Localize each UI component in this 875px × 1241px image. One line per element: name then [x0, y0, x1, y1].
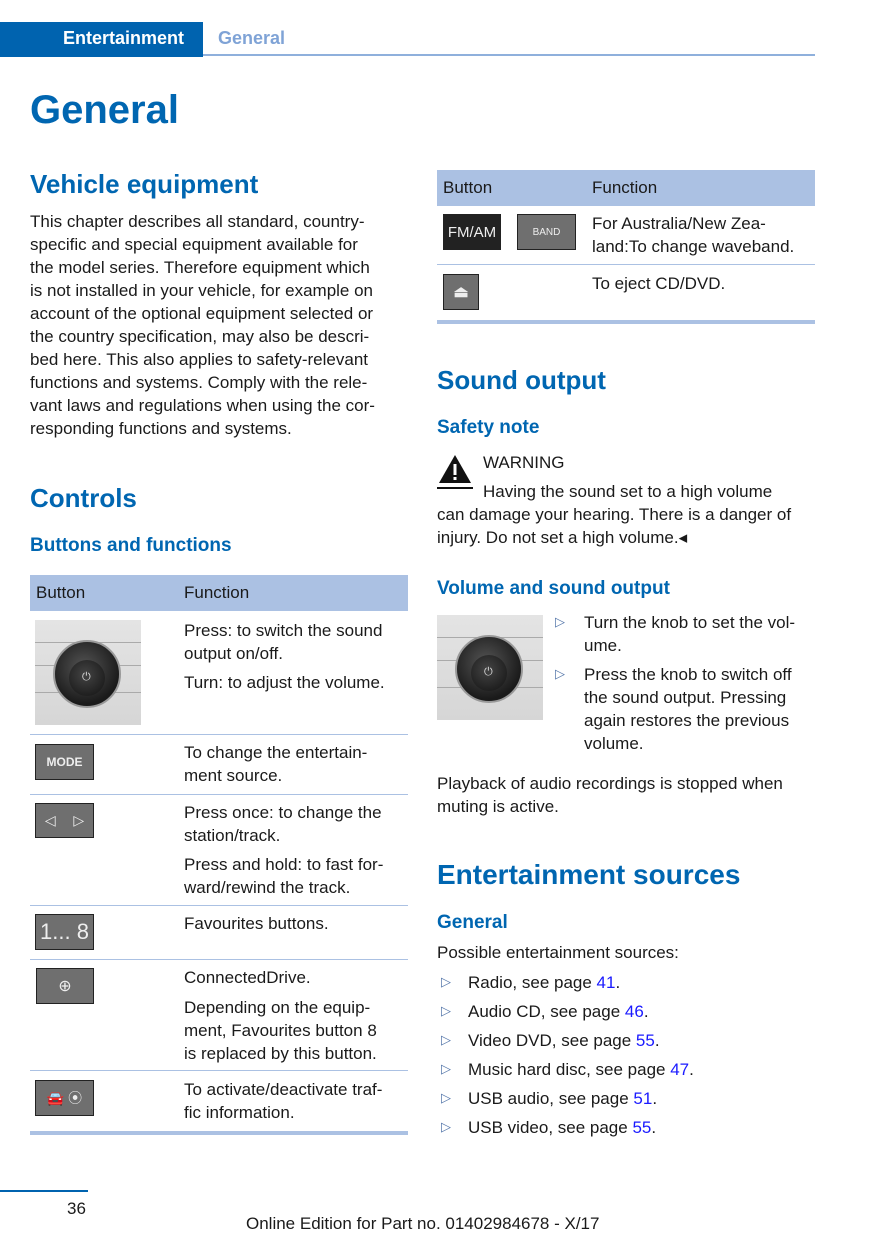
volume-knob-image: ⏻ [35, 620, 141, 725]
power-icon: ⏻ [484, 666, 493, 678]
row-function: ConnectedDrive. [184, 968, 311, 987]
prev-next-icon: ◁ ▷ [35, 803, 94, 838]
warning-icon [437, 452, 473, 490]
fm-am-label: FM/AM [447, 223, 497, 241]
table-bottom [30, 1131, 408, 1135]
period: . [643, 1002, 649, 1021]
volume-heading: Volume and sound output [437, 578, 670, 599]
period: . [654, 1031, 660, 1050]
mode-button-icon: MODE [35, 744, 94, 780]
source-text: USB audio, see page [468, 1089, 634, 1108]
source-text: USB video, see page [468, 1118, 633, 1137]
source-item: Radio, see page 41. [468, 971, 620, 994]
bullet-text: Press the knob to switch off the sound o… [584, 665, 792, 753]
source-item: Audio CD, see page 46. [468, 1000, 649, 1023]
favourites-label: 1... 8 [40, 919, 89, 944]
row-function: Press: to switch the sound output on/off… [184, 621, 383, 663]
bullet-icon: ▷ [555, 666, 565, 681]
row-function: For Australia/New Zea- land:To change wa… [592, 214, 795, 256]
bullet-icon: ▷ [441, 1090, 451, 1105]
header-button: Button [36, 583, 86, 602]
vehicle-equipment-heading: Vehicle equipment [30, 169, 259, 199]
sources-subheading: General [437, 912, 508, 933]
footer-rule [0, 1190, 88, 1192]
favourites-button-icon: 1... 8 [35, 914, 94, 950]
bullet-icon: ▷ [441, 974, 451, 989]
row-divider [30, 794, 408, 795]
source-text: Video DVD, see page [468, 1031, 636, 1050]
sound-output-heading: Sound output [437, 365, 606, 395]
sources-intro: Possible entertainment sources: [437, 943, 679, 962]
eject-button-icon: ⏏ [443, 274, 479, 310]
bullet-text: Turn the knob to set the vol- ume. [584, 613, 796, 655]
controls-heading: Controls [30, 483, 137, 513]
row-function: Favourites buttons. [184, 914, 329, 933]
row-function: To activate/deactivate traf- fic informa… [184, 1080, 383, 1122]
footer-edition: Online Edition for Part no. 01402984678 … [246, 1214, 600, 1233]
band-button-icon: BAND [517, 214, 576, 250]
row-function: Depending on the equip- ment, Favourites… [184, 998, 377, 1063]
header-rule [203, 54, 815, 56]
traffic-info-icon: 🚘 ⦿ [35, 1080, 94, 1116]
row-function: Turn: to adjust the volume. [184, 673, 385, 692]
volume-knob-image: ⏻ [437, 615, 543, 720]
page-title: General [30, 88, 179, 132]
power-icon: ⏻ [82, 671, 91, 683]
warning-text-cont: can damage your hearing. There is a dang… [437, 505, 792, 547]
buttons-functions-heading: Buttons and functions [30, 535, 232, 556]
row-function: Press once: to change the station/track. [184, 803, 382, 845]
fm-am-button-icon: FM/AM [443, 214, 501, 250]
mode-label: MODE [46, 755, 83, 769]
bullet-icon: ▷ [555, 614, 565, 629]
prev-arrow-icon: ◁ [44, 812, 56, 828]
warning-text: Having the sound set to a high volume [483, 482, 773, 501]
header-function: Function [184, 583, 250, 602]
row-divider [30, 959, 408, 960]
vehicle-equipment-text: This chapter describes all standard, cou… [30, 212, 375, 438]
safety-note-heading: Safety note [437, 417, 540, 438]
next-arrow-icon: ▷ [73, 812, 85, 828]
header-section: Entertainment [63, 28, 185, 48]
page-link[interactable]: 55 [636, 1031, 655, 1050]
source-text: Music hard disc, see page [468, 1060, 671, 1079]
page-link[interactable]: 41 [597, 973, 616, 992]
row-divider [30, 734, 408, 735]
source-item: Music hard disc, see page 47. [468, 1058, 694, 1081]
period: . [615, 973, 621, 992]
row-divider [30, 905, 408, 906]
warning-label: WARNING [483, 453, 565, 472]
source-text: Audio CD, see page [468, 1002, 625, 1021]
band-label: BAND [532, 226, 561, 238]
period: . [689, 1060, 694, 1079]
page-link[interactable]: 46 [625, 1002, 644, 1021]
sources-heading: Entertainment sources [437, 859, 741, 890]
row-function: To change the entertain- ment source. [184, 743, 368, 785]
table-header: Button Function [437, 170, 815, 206]
row-function: Press and hold: to fast for- ward/rewind… [184, 855, 384, 897]
header-button: Button [443, 178, 493, 197]
row-divider [437, 264, 815, 265]
source-item: Video DVD, see page 55. [468, 1029, 660, 1052]
source-text: Radio, see page [468, 973, 597, 992]
table-header: Button Function [30, 575, 408, 611]
source-item: USB video, see page 55. [468, 1116, 656, 1139]
page-link[interactable]: 55 [632, 1118, 651, 1137]
row-divider [30, 1070, 408, 1071]
bullet-icon: ▷ [441, 1032, 451, 1047]
page-link[interactable]: 47 [670, 1060, 689, 1079]
playback-text: Playback of audio recordings is stopped … [437, 774, 783, 816]
period: . [652, 1089, 658, 1108]
bullet-icon: ▷ [441, 1061, 451, 1076]
page-number: 36 [67, 1199, 86, 1218]
row-function: To eject CD/DVD. [592, 274, 726, 293]
table-bottom [437, 320, 815, 324]
header-subsection: General [218, 28, 286, 48]
bullet-icon: ▷ [441, 1119, 451, 1134]
source-item: USB audio, see page 51. [468, 1087, 657, 1110]
connecteddrive-globe-icon: ⊕ [36, 968, 94, 1004]
page-link[interactable]: 51 [633, 1089, 652, 1108]
header-function: Function [592, 178, 658, 197]
period: . [651, 1118, 657, 1137]
bullet-icon: ▷ [441, 1003, 451, 1018]
